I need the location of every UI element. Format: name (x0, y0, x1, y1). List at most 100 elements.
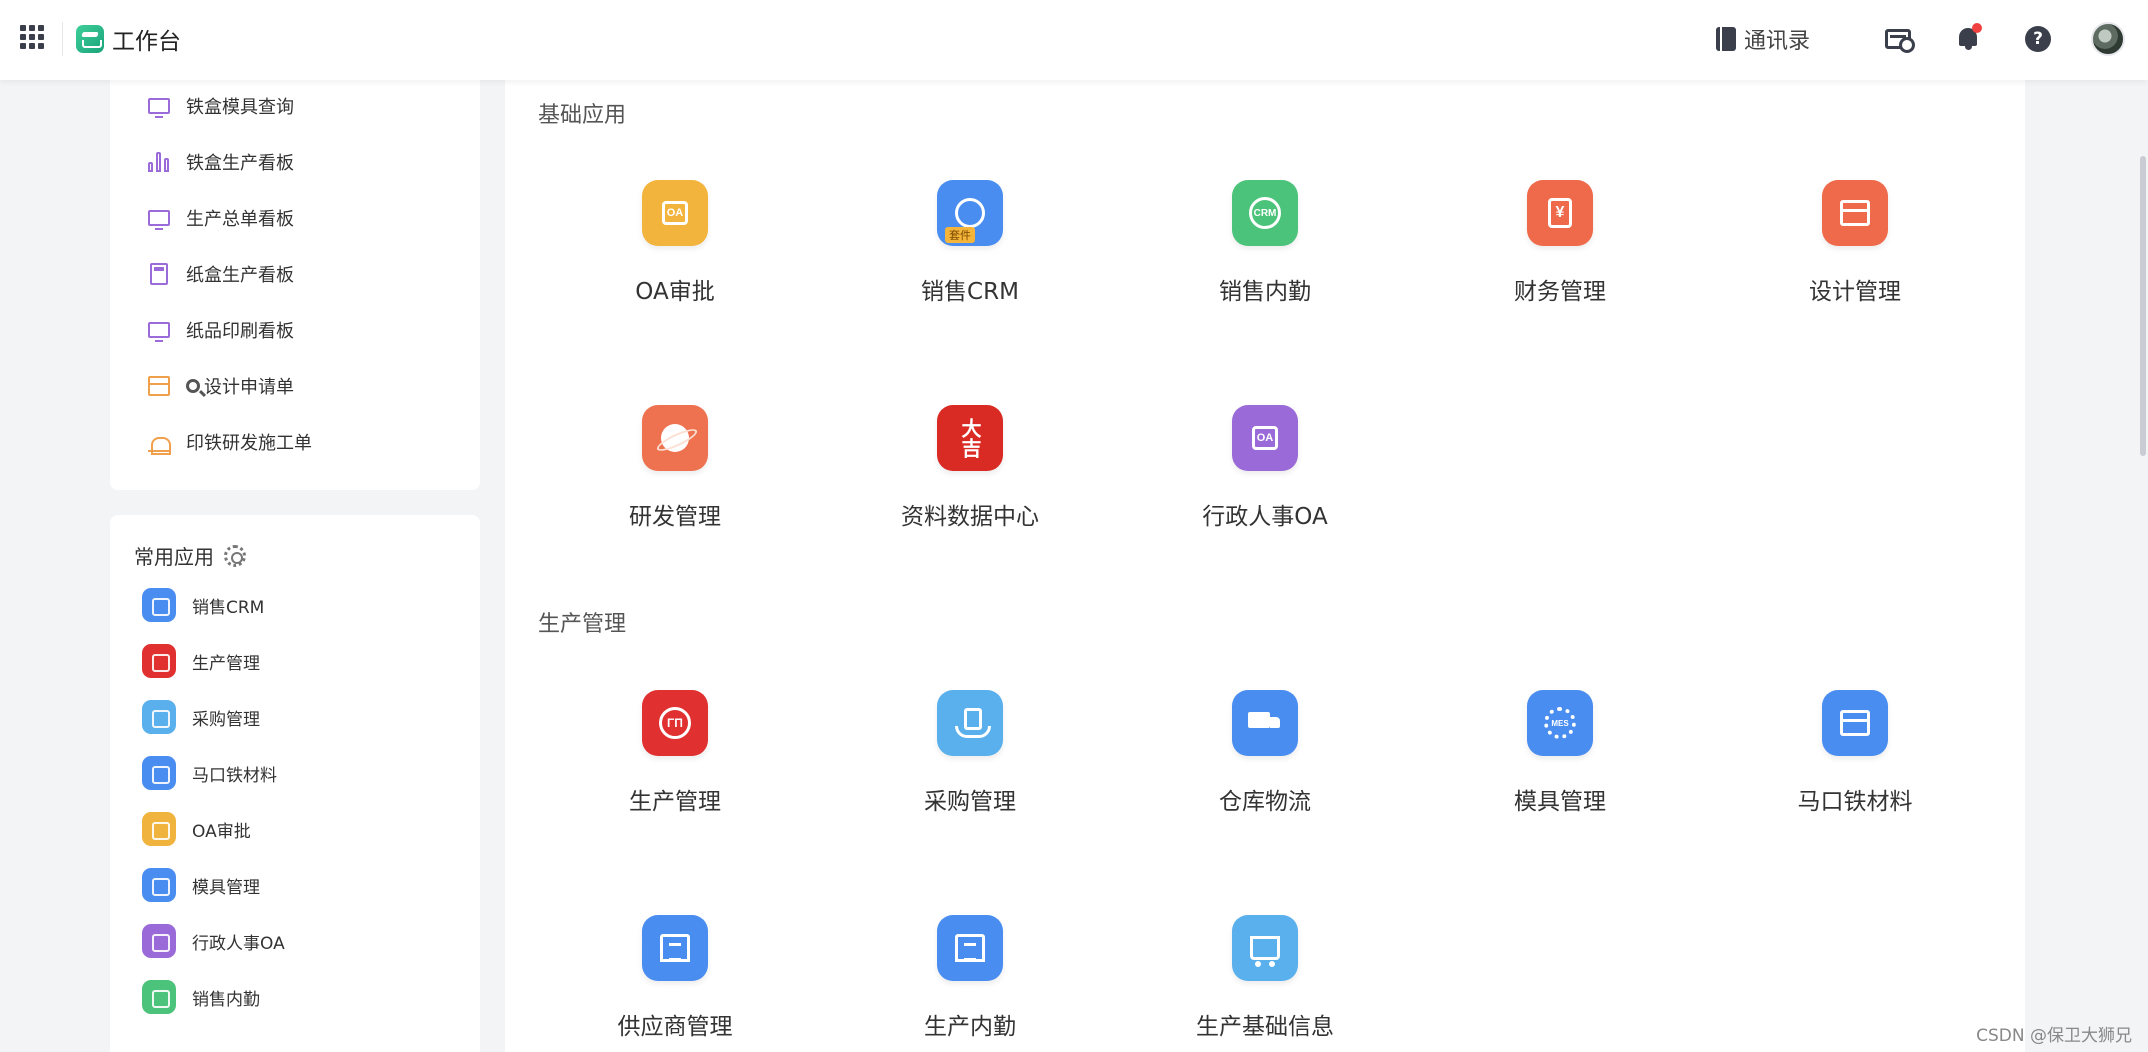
contacts-button[interactable]: 通讯录 (1715, 23, 1810, 55)
sidebar-item-tin-printing-rd-work-order[interactable]: 印铁研发施工单 (146, 426, 312, 458)
favorite-item-production[interactable]: 生产管理 (142, 643, 260, 679)
suite-badge: 套件 (945, 227, 975, 243)
address-book-icon (1715, 27, 1736, 51)
app-production-office[interactable]: 生产内勤 (870, 915, 1070, 1052)
app-label: 销售CRM (921, 279, 1019, 305)
sidebar-item-tin-box-mold-query[interactable]: 铁盒模具查询 (146, 90, 294, 122)
favorite-item-tinplate-material[interactable]: 马口铁材料 (142, 755, 277, 791)
app-label: 销售内勤 (1219, 279, 1311, 305)
top-actions: 通讯录 ? (1715, 18, 2128, 60)
app-design[interactable]: 设计管理 (1755, 180, 1955, 330)
sidebar-item-label: 铁盒模具查询 (186, 97, 294, 118)
scrollbar[interactable] (2138, 80, 2148, 1052)
monitor-icon (146, 205, 172, 231)
oa-icon: OA (642, 180, 708, 246)
avatar-button[interactable] (2088, 19, 2128, 59)
app-label: 设计管理 (1809, 279, 1901, 305)
calculator-icon (146, 261, 172, 287)
store-icon (146, 373, 172, 399)
sidebar-item-label: 纸盒生产看板 (186, 265, 294, 286)
favorite-label: 销售内勤 (192, 989, 260, 1010)
sidebar-item-label: 印铁研发施工单 (186, 433, 312, 454)
favorite-label: 行政人事OA (192, 933, 285, 954)
sidebar-item-carton-production-board[interactable]: 纸盒生产看板 (146, 258, 294, 290)
app-production-basics[interactable]: 生产基础信息 (1165, 915, 1365, 1052)
help-button[interactable]: ? (2018, 19, 2058, 59)
notifications-button[interactable] (1948, 19, 1988, 59)
hand-bag-icon (142, 700, 176, 734)
oa-icon (142, 924, 176, 958)
cart-icon (1232, 915, 1298, 981)
favorite-item-admin-hr-oa[interactable]: 行政人事OA (142, 923, 285, 959)
app-purchasing[interactable]: 采购管理 (870, 690, 1070, 840)
sidebar-item-tin-box-production-board[interactable]: 铁盒生产看板 (146, 146, 294, 178)
store-icon (1822, 180, 1888, 246)
workbench-logo-icon (76, 25, 104, 53)
avatar (2091, 22, 2125, 56)
app-oa-approval[interactable]: OA OA审批 (575, 180, 775, 330)
app-finance[interactable]: ¥ 财务管理 (1460, 180, 1660, 330)
building-icon (937, 915, 1003, 981)
section-title: 基础应用 (538, 103, 627, 128)
app-label: 财务管理 (1514, 279, 1606, 305)
app-warehouse-logistics[interactable]: 仓库物流 (1165, 690, 1365, 840)
favorite-item-purchasing[interactable]: 采购管理 (142, 699, 260, 735)
app-grid-icon[interactable] (20, 25, 44, 49)
favorites-title: 常用应用 (134, 545, 214, 569)
favorite-label: 马口铁材料 (192, 765, 277, 786)
favorite-item-sales-crm[interactable]: 销售CRM (142, 587, 264, 623)
yen-icon: ¥ (1527, 180, 1593, 246)
building-icon (642, 915, 708, 981)
favorite-label: 销售CRM (192, 597, 265, 618)
boards-panel: 铁盒模具查询 铁盒生产看板 生产总单看板 纸盒生产看板 纸品印刷看板 设计申请单… (110, 80, 480, 490)
card-settings-icon (1885, 29, 1915, 53)
gear-icon[interactable] (224, 544, 246, 567)
main-content: 基础应用 OA OA审批 套件 销售CRM CRM 销售内勤 ¥ 财务管理 设计… (505, 80, 2025, 1052)
app-sales-crm[interactable]: 套件 销售CRM (870, 180, 1070, 330)
mes-gear-icon: MES (1527, 690, 1593, 756)
app-data-center[interactable]: 大吉 资料数据中心 (870, 405, 1070, 555)
truck-icon (1232, 690, 1298, 756)
favorite-item-mold-management[interactable]: 模具管理 (142, 867, 260, 903)
contacts-label: 通讯录 (1743, 29, 1810, 54)
app-label: 生产内勤 (924, 1014, 1016, 1040)
crm-suite-icon: 套件 (937, 180, 1003, 246)
watermark: CSDN @保卫大狮兄 (1976, 1026, 2132, 1046)
app-sales-office[interactable]: CRM 销售内勤 (1165, 180, 1365, 330)
planet-icon (642, 405, 708, 471)
app-rd[interactable]: 研发管理 (575, 405, 775, 555)
app-label: 采购管理 (924, 789, 1016, 815)
crm-icon (142, 588, 176, 622)
brand[interactable]: 工作台 (76, 22, 181, 56)
app-admin-hr-oa[interactable]: OA 行政人事OA (1165, 405, 1365, 555)
sidebar-item-production-order-board[interactable]: 生产总单看板 (146, 202, 294, 234)
app-supplier-management[interactable]: 供应商管理 (575, 915, 775, 1052)
section-title: 生产管理 (538, 612, 627, 637)
divider (62, 22, 63, 56)
oa-icon (142, 812, 176, 846)
crm-icon (142, 980, 176, 1014)
sidebar-item-label: 设计申请单 (204, 377, 294, 398)
oa-icon: OA (1232, 405, 1298, 471)
card-settings-button[interactable] (1878, 19, 1918, 59)
favorite-item-sales-office[interactable]: 销售内勤 (142, 979, 260, 1015)
daji-logo-icon: 大吉 (937, 405, 1003, 471)
app-label: 仓库物流 (1219, 789, 1311, 815)
bar-chart-icon (146, 149, 172, 175)
alarm-icon (146, 429, 172, 455)
favorite-item-oa-approval[interactable]: OA审批 (142, 811, 251, 847)
sidebar-item-design-request[interactable]: 设计申请单 (146, 370, 294, 402)
app-production[interactable]: ΓΠ 生产管理 (575, 690, 775, 840)
scrollbar-thumb[interactable] (2140, 156, 2146, 456)
app-label: 马口铁材料 (1797, 789, 1913, 815)
magnifier-icon (186, 379, 200, 393)
production-logo-icon: ΓΠ (642, 690, 708, 756)
app-mold-management[interactable]: MES 模具管理 (1460, 690, 1660, 840)
app-tinplate-material[interactable]: 马口铁材料 (1755, 690, 1955, 840)
top-bar: 工作台 通讯录 ? (0, 0, 2148, 80)
app-label: OA审批 (635, 279, 715, 305)
crm-icon: CRM (1232, 180, 1298, 246)
shop-icon (142, 756, 176, 790)
sidebar-item-paper-printing-board[interactable]: 纸品印刷看板 (146, 314, 294, 346)
app-label: 供应商管理 (617, 1014, 733, 1040)
